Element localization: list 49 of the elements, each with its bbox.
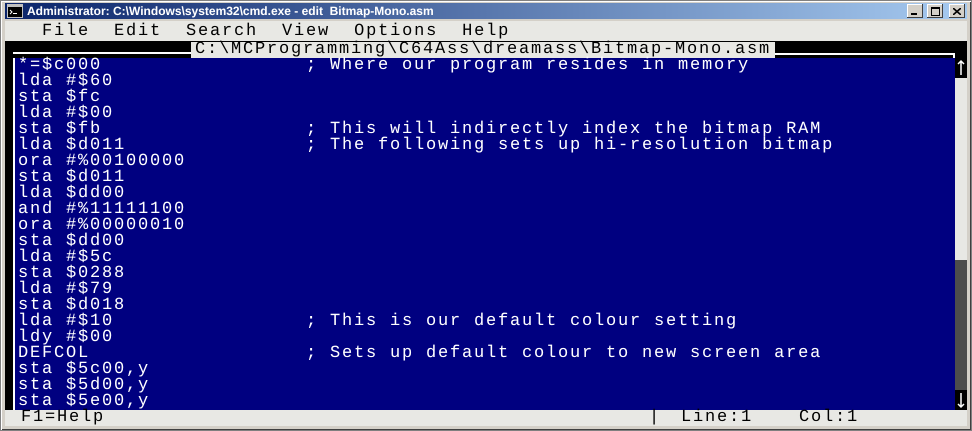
code-editor[interactable] bbox=[13, 58, 955, 410]
comment-text: ; Sets up default colour to new screen area bbox=[306, 346, 824, 362]
code-text: sta $5d00,y bbox=[18, 378, 152, 394]
comment-text: ; This will indirectly index the bitmap RAM bbox=[306, 122, 822, 138]
menu-item[interactable]: View bbox=[282, 23, 330, 41]
code-text: sta $d018 bbox=[18, 298, 128, 314]
maximize-button[interactable] bbox=[927, 4, 943, 18]
scrollbar-thumb[interactable] bbox=[955, 260, 967, 390]
code-text: lda $d011 bbox=[18, 138, 126, 154]
menu-item[interactable]: Options bbox=[354, 23, 438, 41]
code-text: sta $fb bbox=[18, 122, 102, 138]
code-text: ora #%00100000 bbox=[18, 154, 188, 170]
help-hint: F1=Help bbox=[21, 410, 106, 426]
code-text: lda #$79 bbox=[18, 282, 114, 298]
code-text: sta $5e00,y bbox=[18, 394, 152, 410]
comment-text: ; The following sets up hi-resolution bitmap bbox=[306, 138, 836, 154]
comment-text: ; This is our default colour setting bbox=[306, 314, 740, 330]
code-text: DEFCOL bbox=[18, 346, 90, 362]
console-icon bbox=[7, 4, 23, 18]
code-text: sta $fc bbox=[18, 90, 102, 106]
menu-item[interactable]: Help bbox=[462, 23, 510, 41]
code-text: lda #$00 bbox=[18, 106, 116, 122]
code-text: lda $dd00 bbox=[18, 186, 126, 202]
code-text: sta $dd00 bbox=[18, 234, 128, 250]
comment-text: ; Where our program resides in memory bbox=[306, 58, 750, 74]
column-indicator: Col:1 bbox=[799, 410, 860, 426]
menu-item[interactable]: File bbox=[42, 23, 90, 41]
menu-item[interactable]: Search bbox=[186, 23, 258, 41]
line-indicator: Line:1 bbox=[681, 410, 754, 426]
code-text: lda #$10 bbox=[18, 314, 116, 330]
scroll-up-icon[interactable] bbox=[955, 58, 967, 78]
scroll-down-icon[interactable] bbox=[955, 390, 967, 410]
code-text: *=$c000 bbox=[18, 58, 102, 74]
window-title: Administrator: C:\Windows\system32\cmd.exe - edit Bitmap-Mono.asm bbox=[27, 4, 435, 18]
code-text: sta $5c00,y bbox=[18, 362, 152, 378]
menu-item[interactable]: Edit bbox=[114, 23, 162, 41]
code-text: sta $d011 bbox=[18, 170, 128, 186]
code-text: lda #$60 bbox=[18, 74, 116, 90]
code-text: and #%11111100 bbox=[18, 202, 188, 218]
code-text: ldy #$00 bbox=[18, 330, 116, 346]
minimize-button[interactable] bbox=[907, 4, 923, 18]
status-separator: | bbox=[649, 410, 662, 426]
close-icon bbox=[953, 8, 961, 14]
code-text: ora #%00000010 bbox=[18, 218, 188, 234]
code-text: sta $0288 bbox=[18, 266, 128, 282]
file-path-title: C:\MCProgramming\C64Ass\dreamass\Bitmap-Mono.asm bbox=[190, 42, 776, 58]
code-text: lda #$5c bbox=[18, 250, 114, 266]
maximize-icon bbox=[930, 6, 940, 16]
close-button[interactable] bbox=[949, 4, 965, 18]
